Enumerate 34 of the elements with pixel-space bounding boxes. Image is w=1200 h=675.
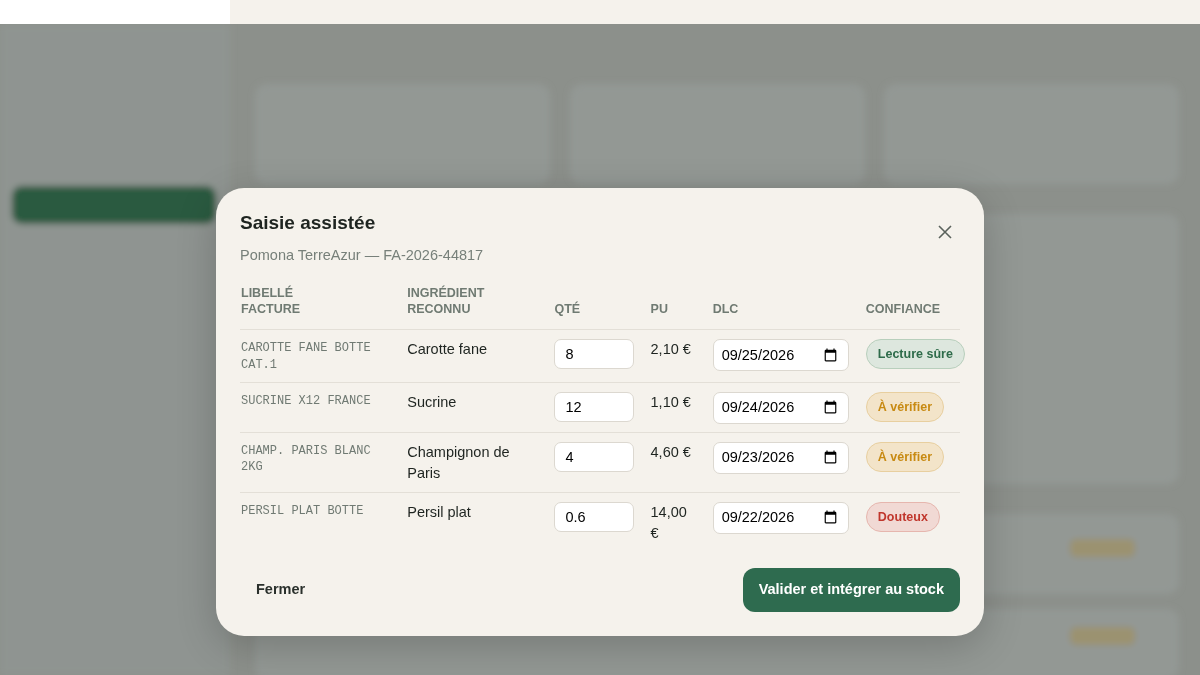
invoice-label: SUCRINE X12 FRANCE [241,392,372,410]
date-field[interactable]: 09/23/2026 [712,441,849,474]
invoice-label: CHAMP. PARIS BLANC 2KG [241,442,372,477]
confidence-tag: Douteux [865,501,940,532]
quantity-field[interactable]: 0.6 [554,501,635,532]
column-header: QTÉ [554,300,581,318]
quantity-field[interactable]: 8 [554,339,635,370]
column-header: LIBELLÉ FACTURE [241,284,302,318]
unit-price: 2,10 € [650,340,692,360]
confidence-tag: À vérifier [865,391,945,422]
dialog-title: Saisie assistée [240,212,376,235]
close-button[interactable]: Fermer [240,571,322,609]
confidence-tag: Lecture sûre [865,339,965,370]
ingredient-name: Champignon de Paris [407,442,511,483]
column-header: CONFIANCE [865,300,941,318]
quantity-field[interactable]: 12 [554,391,635,422]
invoice-label: CAROTTE FANE BOTTE CAT.1 [241,340,372,374]
unit-price: 14,00 € [650,502,688,543]
confirm-button[interactable]: Valider et intégrer au stock [742,568,960,612]
invoice-label: PERSIL PLAT BOTTE [241,502,365,520]
column-header: DLC [712,300,739,318]
unit-price: 4,60 € [650,442,692,462]
confidence-tag: À vérifier [865,441,945,472]
ingredient-name: Carotte fane [407,340,489,360]
unit-price: 1,10 € [650,392,692,412]
quantity-field[interactable]: 4 [554,441,635,472]
date-field[interactable]: 09/24/2026 [712,391,849,424]
dialog-subtitle: Pomona TerreAzur — FA-2026-44817 [240,245,485,265]
column-header: INGRÉDIENT RECONNU [407,284,486,318]
column-header: PU [650,300,668,318]
date-field[interactable]: 09/25/2026 [712,339,849,372]
ingredient-name: Persil plat [407,502,472,522]
date-field[interactable]: 09/22/2026 [712,501,849,534]
ingredient-name: Sucrine [407,392,458,412]
